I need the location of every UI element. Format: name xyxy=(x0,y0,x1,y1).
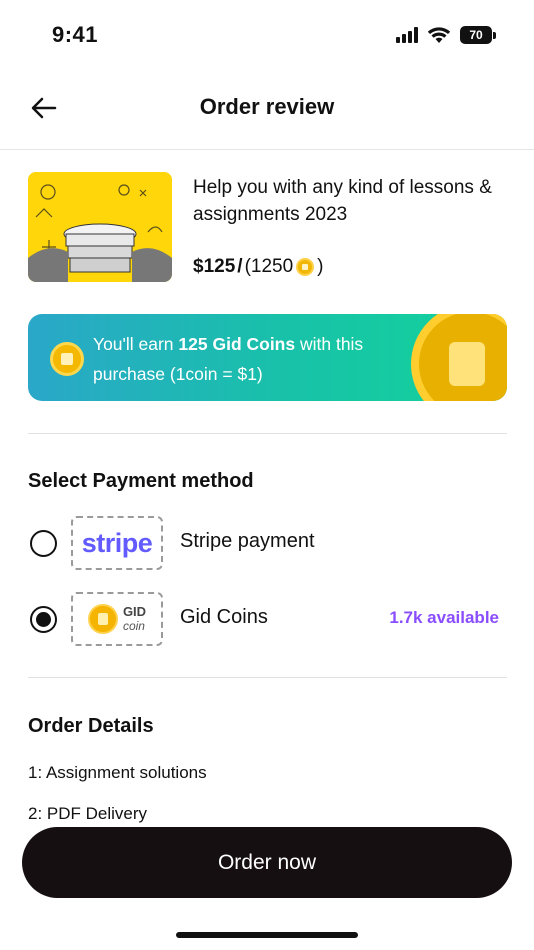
divider xyxy=(28,433,507,434)
radio-button-selected[interactable] xyxy=(30,606,57,633)
home-indicator xyxy=(176,932,358,938)
divider xyxy=(28,677,507,678)
battery-icon: 70 xyxy=(460,26,496,44)
status-icons: 70 xyxy=(396,26,496,44)
order-details-title: Order Details xyxy=(28,715,154,737)
product-title: Help you with any kind of lessons & assi… xyxy=(193,177,492,225)
gid-coin-logo: GID coin xyxy=(71,592,163,646)
battery-level: 70 xyxy=(460,26,492,44)
order-now-button[interactable]: Order now xyxy=(22,827,512,898)
payment-option-gid-coins[interactable]: GID coin Gid Coins 1.7k available xyxy=(28,592,507,648)
stripe-logo: stripe xyxy=(71,516,163,570)
payment-option-stripe[interactable]: stripe Stripe payment xyxy=(28,516,507,572)
product-summary: Help you with any kind of lessons & assi… xyxy=(28,172,508,284)
header: Order review xyxy=(0,70,534,150)
price-coins: (1250 xyxy=(244,256,294,277)
order-detail-item: 1: Assignment solutions xyxy=(28,763,207,782)
payment-option-label: Gid Coins xyxy=(180,606,268,628)
price-coins-close: ) xyxy=(317,256,324,277)
radio-button[interactable] xyxy=(30,530,57,557)
status-bar: 9:41 70 xyxy=(0,0,534,70)
gid-coin-icon xyxy=(87,604,118,634)
price-usd: $125 xyxy=(193,256,236,277)
cellular-signal-icon xyxy=(396,27,418,43)
earn-coins-banner: You'll earn 125 Gid Coins with this purc… xyxy=(28,314,507,401)
order-detail-item: 2: PDF Delivery xyxy=(28,804,148,823)
page-title: Order review xyxy=(199,94,335,119)
price-separator: / xyxy=(237,256,243,277)
wifi-icon xyxy=(427,27,451,43)
payment-section-title: Select Payment method xyxy=(28,470,254,492)
product-price: $125 / (1250 ) xyxy=(193,256,324,278)
gid-coin-icon xyxy=(50,342,84,376)
status-time: 9:41 xyxy=(52,22,99,47)
payment-option-label: Stripe payment xyxy=(180,530,315,552)
product-image xyxy=(28,172,172,282)
gid-coin-icon xyxy=(296,258,315,276)
coins-available: 1.7k available xyxy=(389,608,499,627)
earn-coins-amount: 125 Gid Coins xyxy=(178,334,296,354)
gid-coin-decoration-icon xyxy=(411,314,507,401)
earn-coins-text: You'll earn 125 Gid Coins with this purc… xyxy=(93,334,364,384)
